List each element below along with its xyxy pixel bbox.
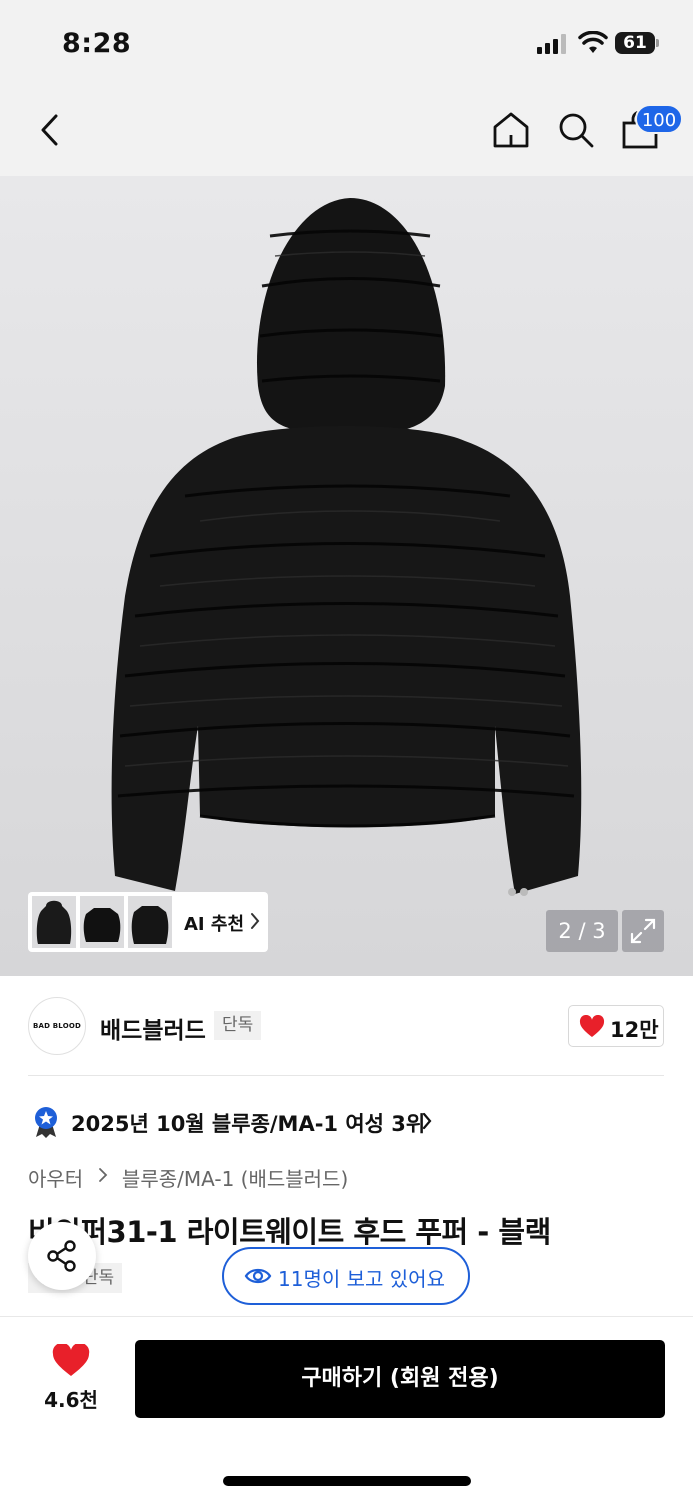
ranking-link[interactable]: 2025년 10월 블루종/MA-1 여성 3위 xyxy=(32,1104,452,1140)
nav-bar xyxy=(0,88,693,176)
brand-like-count: 12만 xyxy=(610,1018,659,1042)
share-button[interactable] xyxy=(28,1222,96,1290)
chevron-right-icon xyxy=(251,913,260,929)
back-button[interactable] xyxy=(34,110,66,150)
battery-level: 61 xyxy=(615,32,655,54)
product-like-count: 4.6천 xyxy=(44,1388,98,1412)
brand-like-button[interactable]: 12만 xyxy=(568,1005,664,1047)
eye-icon xyxy=(244,1268,272,1284)
status-time: 8:28 xyxy=(62,28,132,59)
viewers-count-pill: 11명이 보고 있어요 xyxy=(222,1247,470,1305)
home-indicator xyxy=(223,1476,471,1486)
heart-icon xyxy=(52,1344,90,1376)
cart-count-badge: 100 xyxy=(635,104,683,134)
image-page-indicator: 2 / 3 xyxy=(546,910,618,952)
ai-thumbnail[interactable] xyxy=(80,896,124,948)
exclusive-tag: 단독 xyxy=(214,1011,262,1040)
breadcrumb-item[interactable]: 블루종/MA-1 (배드블러드) xyxy=(122,1163,348,1192)
buy-button[interactable]: 구매하기 (회원 전용) xyxy=(135,1340,665,1418)
chevron-right-icon xyxy=(98,1168,107,1182)
cellular-signal-icon xyxy=(537,34,566,54)
ai-recommend-label: AI 추천 xyxy=(184,914,245,935)
ranking-text: 2025년 10월 블루종/MA-1 여성 3위 xyxy=(71,1112,426,1136)
jacket-photo xyxy=(0,176,693,976)
share-icon xyxy=(47,1240,76,1272)
expand-icon xyxy=(630,918,656,944)
ai-thumbnail[interactable] xyxy=(128,896,172,948)
ai-thumbnail[interactable] xyxy=(32,896,76,948)
expand-image-button[interactable] xyxy=(622,910,664,952)
status-bar: 8:28 61 xyxy=(0,0,693,88)
breadcrumb-item[interactable]: 아우터 xyxy=(28,1163,83,1192)
breadcrumb: 아우터 블루종/MA-1 (배드블러드) xyxy=(28,1163,348,1193)
divider xyxy=(28,1075,664,1076)
product-like-button[interactable]: 4.6천 xyxy=(30,1340,112,1420)
battery-icon: 61 xyxy=(615,32,659,54)
product-image[interactable] xyxy=(0,176,693,976)
viewers-text: 11명이 보고 있어요 xyxy=(278,1267,445,1291)
wifi-icon xyxy=(578,31,608,53)
brand-logo[interactable]: BAD BLOOD xyxy=(28,997,86,1055)
home-icon[interactable] xyxy=(491,110,531,150)
ranking-badge-icon xyxy=(35,1107,57,1138)
product-title: 비의퍼31-1 라이트웨이트 후드 푸퍼 - 블랙 xyxy=(28,1215,551,1249)
ai-recommend-strip[interactable]: AI 추천 xyxy=(28,892,268,952)
search-icon[interactable] xyxy=(556,110,596,150)
heart-icon xyxy=(579,1015,605,1037)
chevron-right-icon xyxy=(422,1112,432,1130)
brand-name[interactable]: 배드블러드 xyxy=(100,1011,206,1045)
